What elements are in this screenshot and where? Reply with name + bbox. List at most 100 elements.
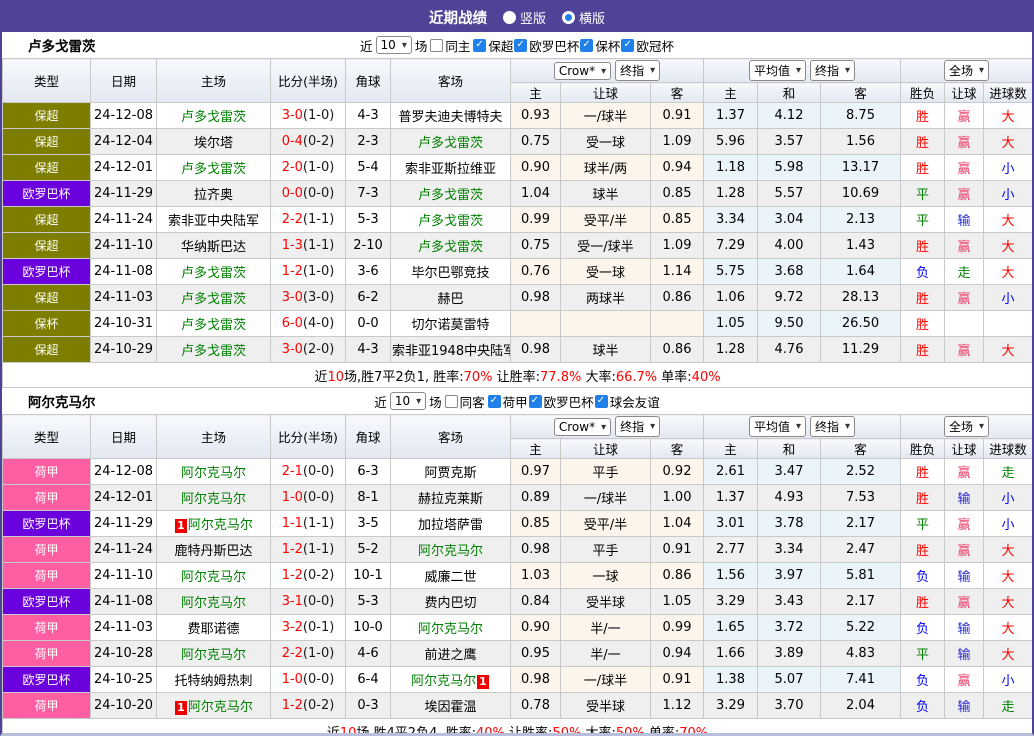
team-name[interactable]: 阿贾克斯 xyxy=(424,466,476,481)
team-name[interactable]: 托特纳姆热刺 xyxy=(174,674,252,689)
team-name[interactable]: 阿尔克马尔 xyxy=(181,492,246,507)
avg-away-odds: 11.29 xyxy=(821,337,901,363)
checkbox-icon[interactable] xyxy=(514,39,527,52)
same-venue-filter[interactable]: 同主 xyxy=(430,36,470,55)
team-name[interactable]: 赫拉克莱斯 xyxy=(418,492,483,507)
team-name[interactable]: 索非亚1948中央陆军 xyxy=(392,344,511,359)
team-name[interactable]: 华纳斯巴达 xyxy=(181,240,246,255)
avg-draw-odds: 3.57 xyxy=(758,129,821,155)
team-name[interactable]: 阿尔克马尔 xyxy=(181,570,246,585)
league-filter[interactable]: 保杯 xyxy=(580,36,620,55)
team-name[interactable]: 卢多戈雷茨 xyxy=(181,318,246,333)
team-name[interactable]: 阿尔克马尔 xyxy=(188,518,253,533)
corner-cell: 4-3 xyxy=(346,103,391,129)
final-odds-select[interactable]: 终指 xyxy=(615,60,660,81)
crow-handicap-line: 受一球 xyxy=(561,129,651,155)
checkbox-icon[interactable] xyxy=(595,395,608,408)
crow-handicap-line: 一/球半 xyxy=(561,667,651,693)
team-name[interactable]: 拉齐奥 xyxy=(194,188,233,203)
radio-icon[interactable] xyxy=(503,11,516,24)
team-name[interactable]: 加拉塔萨雷 xyxy=(418,518,483,533)
team-name[interactable]: 卢多戈雷茨 xyxy=(418,214,483,229)
checkbox-icon[interactable] xyxy=(430,39,443,52)
crow-away-odds: 0.91 xyxy=(651,667,704,693)
match-count-select[interactable]: 10 xyxy=(390,392,426,410)
team-name[interactable]: 索非亚中央陆军 xyxy=(168,214,259,229)
outcome-result: 平 xyxy=(901,207,945,233)
team-name[interactable]: 前进之鹰 xyxy=(424,648,476,663)
layout-radio-horizontal[interactable]: 横版 xyxy=(562,8,605,27)
team-name[interactable]: 埃尔塔 xyxy=(194,136,233,151)
team-name[interactable]: 鹿特丹斯巴达 xyxy=(174,544,252,559)
team-name[interactable]: 阿尔克马尔 xyxy=(181,596,246,611)
handicap-result: 赢 xyxy=(945,181,984,207)
league-type-badge: 保超 xyxy=(3,103,91,129)
team-name[interactable]: 卢多戈雷茨 xyxy=(181,344,246,359)
goals-result: 大 xyxy=(984,233,1033,259)
layout-radio-vertical[interactable]: 竖版 xyxy=(503,8,546,27)
handicap-result: 赢 xyxy=(945,537,984,563)
average-select[interactable]: 平均值 xyxy=(749,60,806,81)
checkbox-icon[interactable] xyxy=(529,395,542,408)
handicap-result: 赢 xyxy=(945,285,984,311)
team-name[interactable]: 阿尔克马尔 xyxy=(188,700,253,715)
team-name[interactable]: 费内巴切 xyxy=(424,596,476,611)
team-name[interactable]: 索非亚斯拉维亚 xyxy=(405,162,496,177)
team-name[interactable]: 阿尔克马尔 xyxy=(181,648,246,663)
fulltime-score: 1-2 xyxy=(282,698,303,713)
crow-away-odds: 0.91 xyxy=(651,537,704,563)
team-name[interactable]: 普罗夫迪夫博特夫 xyxy=(398,110,502,125)
team-name[interactable]: 卢多戈雷茨 xyxy=(181,162,246,177)
league-filter[interactable]: 荷甲 xyxy=(488,392,528,411)
team-name[interactable]: 卢多戈雷茨 xyxy=(418,188,483,203)
league-filter[interactable]: 球会友谊 xyxy=(595,392,660,411)
final-odds-select-2[interactable]: 终指 xyxy=(810,416,855,437)
team-name[interactable]: 毕尔巴鄂竞技 xyxy=(411,266,489,281)
team-name[interactable]: 阿尔克马尔 xyxy=(418,622,483,637)
fulltime-select[interactable]: 全场 xyxy=(944,416,989,437)
team-name[interactable]: 赫巴 xyxy=(437,292,463,307)
team-name[interactable]: 费耶诺德 xyxy=(187,622,239,637)
crow-away-odds: 0.94 xyxy=(651,641,704,667)
avg-away-odds: 1.64 xyxy=(821,259,901,285)
team-name[interactable]: 卢多戈雷茨 xyxy=(418,240,483,255)
team-name[interactable]: 卢多戈雷茨 xyxy=(418,136,483,151)
team-name[interactable]: 威廉二世 xyxy=(424,570,476,585)
team-name[interactable]: 卢多戈雷茨 xyxy=(181,266,246,281)
team-name[interactable]: 阿尔克马尔 xyxy=(411,674,476,689)
bookmaker-select[interactable]: Crow* xyxy=(554,418,611,436)
final-odds-select[interactable]: 终指 xyxy=(615,416,660,437)
checkbox-icon[interactable] xyxy=(473,39,486,52)
goals-result: 小 xyxy=(984,485,1033,511)
checkbox-icon[interactable] xyxy=(445,395,458,408)
checkbox-icon[interactable] xyxy=(580,39,593,52)
team-name[interactable]: 卢多戈雷茨 xyxy=(181,292,246,307)
avg-away-odds: 10.69 xyxy=(821,181,901,207)
team-name[interactable]: 阿尔克马尔 xyxy=(418,544,483,559)
goals-result: 小 xyxy=(984,511,1033,537)
radio-selected-icon[interactable] xyxy=(562,11,575,24)
fulltime-select[interactable]: 全场 xyxy=(944,60,989,81)
crow-handicap-line: 两球半 xyxy=(561,285,651,311)
match-count-select[interactable]: 10 xyxy=(376,36,412,54)
team-name[interactable]: 阿尔克马尔 xyxy=(181,466,246,481)
average-select[interactable]: 平均值 xyxy=(749,416,806,437)
handicap-result: 输 xyxy=(945,615,984,641)
league-filter[interactable]: 保超 xyxy=(473,36,513,55)
league-filter[interactable]: 欧罗巴杯 xyxy=(514,36,579,55)
fulltime-score: 2-2 xyxy=(282,646,303,661)
halftime-score: (3-0) xyxy=(303,290,334,305)
checkbox-icon[interactable] xyxy=(621,39,634,52)
league-filter[interactable]: 欧冠杯 xyxy=(621,36,674,55)
checkbox-icon[interactable] xyxy=(488,395,501,408)
same-venue-filter[interactable]: 同客 xyxy=(445,392,485,411)
team-name[interactable]: 切尔诺莫雷特 xyxy=(411,318,489,333)
crow-handicap-line: 一/球半 xyxy=(561,103,651,129)
final-odds-select-2[interactable]: 终指 xyxy=(810,60,855,81)
team-name[interactable]: 埃因霍温 xyxy=(424,700,476,715)
bookmaker-select[interactable]: Crow* xyxy=(554,62,611,80)
team-name[interactable]: 卢多戈雷茨 xyxy=(181,110,246,125)
corner-cell: 5-3 xyxy=(346,207,391,233)
league-filter[interactable]: 欧罗巴杯 xyxy=(529,392,594,411)
avg-away-odds: 7.53 xyxy=(821,485,901,511)
